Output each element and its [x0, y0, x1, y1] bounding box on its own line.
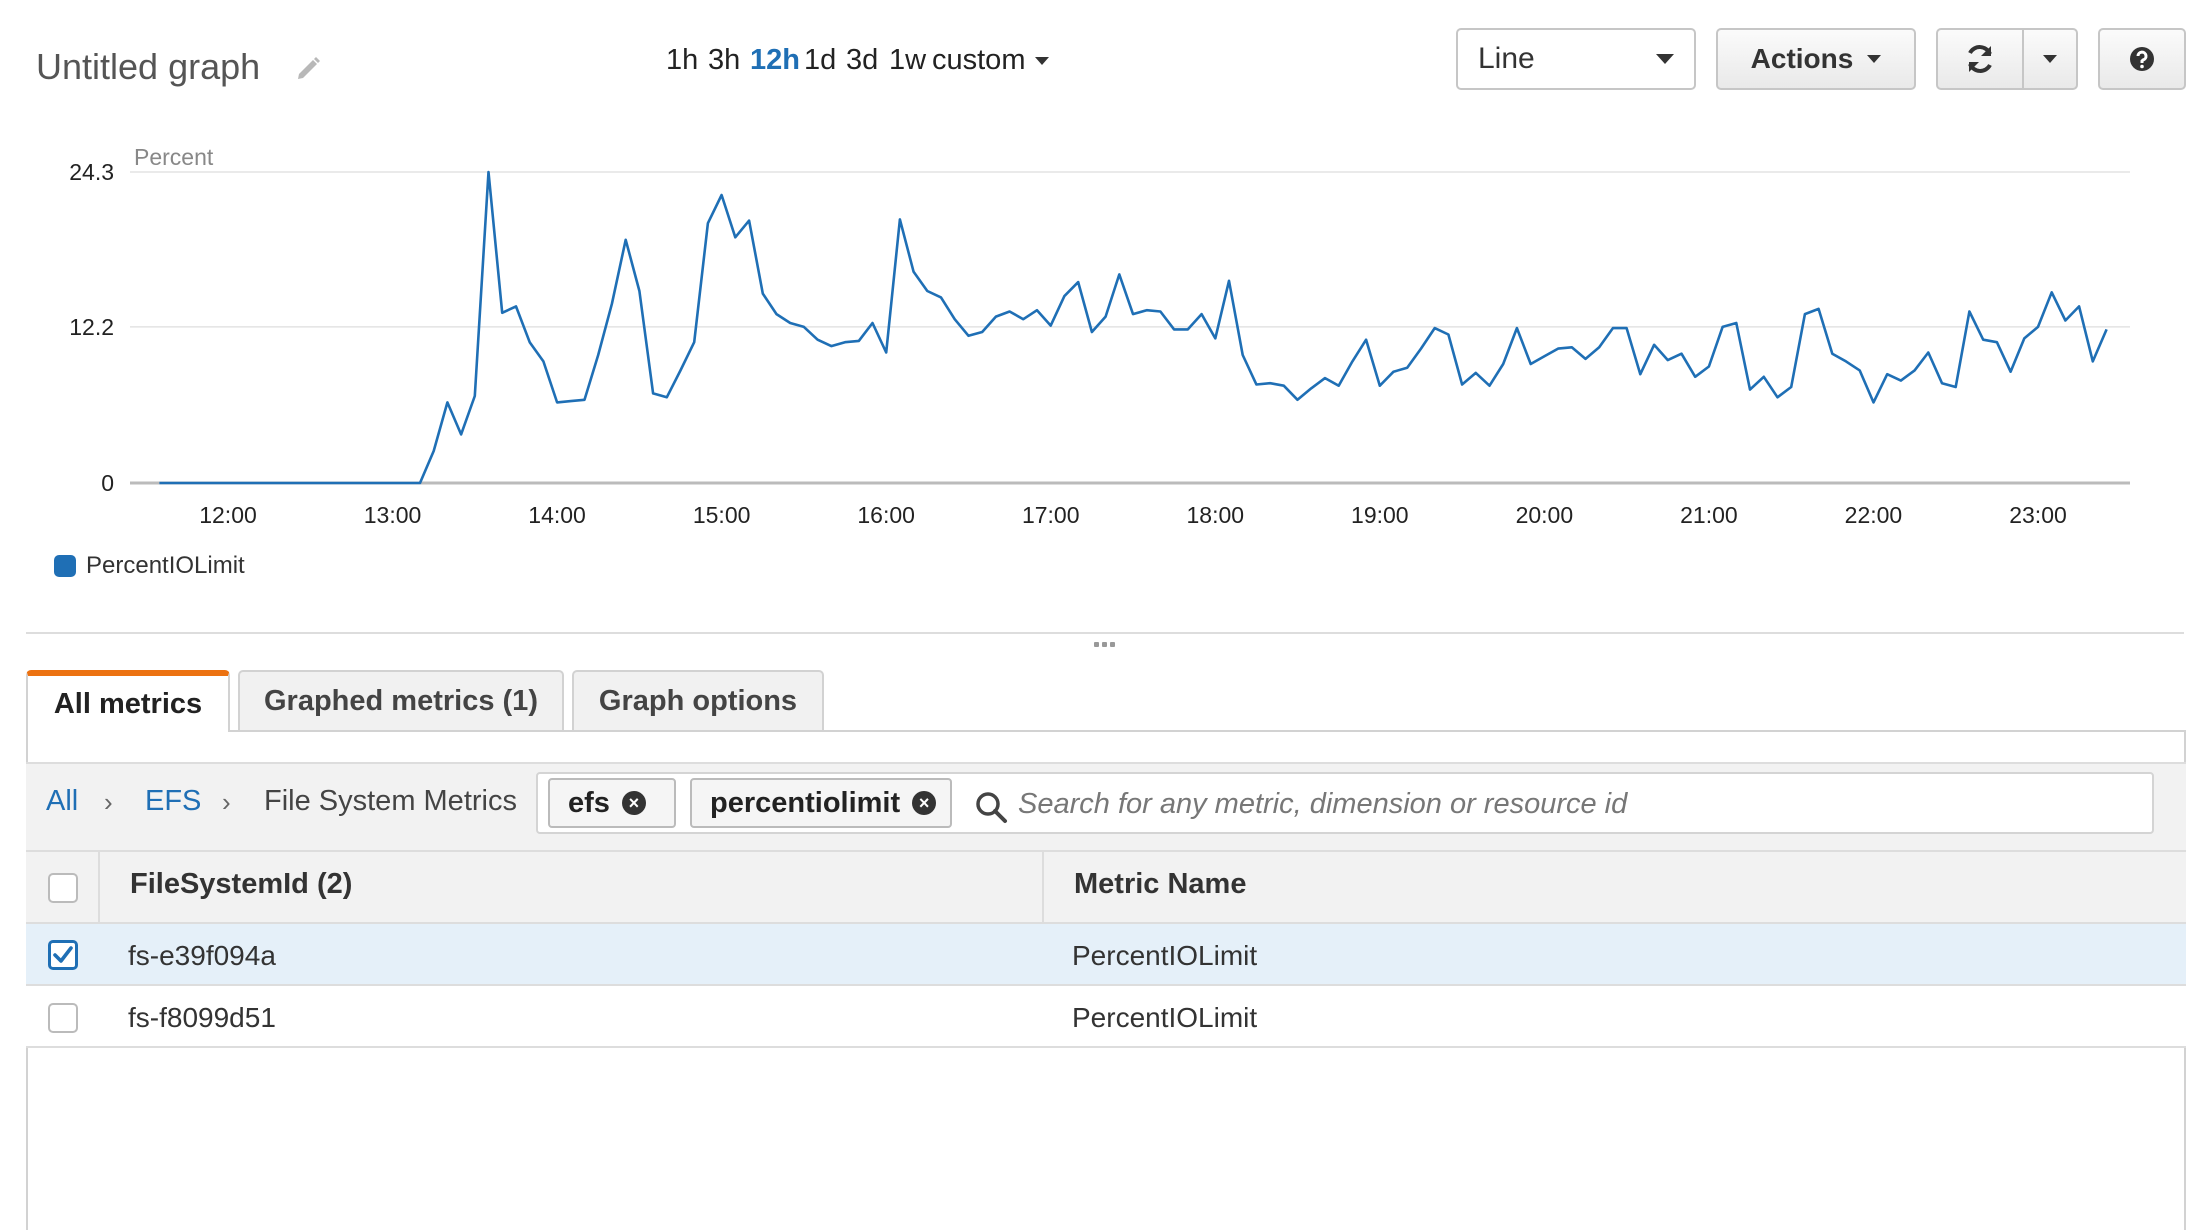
caret-down-icon: [1867, 55, 1882, 63]
y-axis-label: Percent: [134, 144, 214, 170]
breadcrumb-current: File System Metrics: [264, 785, 517, 817]
line-chart: 0 12.2 24.3 12:00 13:00 14:00 15:00 16:00 17:00…: [69, 144, 2130, 528]
range-custom-dropdown[interactable]: custom: [932, 44, 1050, 77]
x-tick-label: 21:00: [1680, 502, 1738, 528]
tab-all-metrics[interactable]: All metrics: [26, 670, 230, 732]
breadcrumb-separator: ›: [104, 787, 113, 817]
y-tick-label: 24.3: [69, 159, 114, 185]
refresh-interval-dropdown[interactable]: [2022, 28, 2078, 90]
select-all-checkbox[interactable]: [48, 873, 78, 903]
y-tick-label: 12.2: [69, 314, 114, 340]
tab-border: [228, 730, 2186, 732]
x-tick-label: 13:00: [364, 502, 422, 528]
column-header-filesystemid[interactable]: FileSystemId (2): [130, 868, 352, 901]
y-tick-label: 0: [101, 470, 114, 496]
range-3h[interactable]: 3h: [708, 44, 740, 77]
help-button[interactable]: [2098, 28, 2186, 90]
caret-down-icon: [1035, 56, 1050, 65]
token-label: percentiolimit: [710, 786, 901, 819]
tab-graph-options[interactable]: Graph options: [572, 670, 824, 730]
search-icon: [976, 792, 1007, 823]
range-1h[interactable]: 1h: [666, 44, 698, 77]
graph-title: Untitled graph: [36, 46, 261, 87]
range-1w[interactable]: 1w: [889, 44, 926, 77]
actions-label: Actions: [1750, 43, 1854, 74]
search-input[interactable]: [1016, 780, 2140, 828]
x-tick-label: 12:00: [199, 502, 257, 528]
range-custom-label: custom: [932, 44, 1026, 76]
legend-swatch: [54, 555, 76, 577]
x-tick-label: 17:00: [1022, 502, 1080, 528]
x-tick-label: 22:00: [1845, 502, 1903, 528]
column-divider: [98, 852, 100, 924]
refresh-button[interactable]: [1936, 28, 2024, 90]
breadcrumb-separator: ›: [222, 787, 231, 817]
resize-handle[interactable]: [1094, 642, 1118, 652]
tab-graphed-metrics[interactable]: Graphed metrics (1): [238, 670, 564, 730]
help-icon: [2130, 47, 2154, 71]
caret-down-icon: [1656, 54, 1674, 64]
token-label: efs: [568, 786, 610, 819]
cell-metric-name: PercentIOLimit: [1072, 940, 1258, 971]
panel-divider: [26, 632, 2184, 634]
search-token-efs[interactable]: efs ×: [548, 778, 676, 828]
row-checkbox[interactable]: [48, 1003, 78, 1033]
x-tick-label: 20:00: [1516, 502, 1574, 528]
remove-token-icon[interactable]: ×: [912, 791, 936, 815]
cell-metric-name: PercentIOLimit: [1072, 1002, 1258, 1033]
x-tick-label: 15:00: [693, 502, 751, 528]
x-tick-label: 19:00: [1351, 502, 1409, 528]
row-checkbox-checked[interactable]: [48, 940, 78, 970]
checkmark-icon: [53, 946, 73, 963]
range-1d[interactable]: 1d: [804, 44, 836, 77]
x-tick-label: 18:00: [1186, 502, 1244, 528]
legend-label: PercentIOLimit: [86, 552, 245, 579]
range-3d[interactable]: 3d: [846, 44, 878, 77]
cell-filesystem-id: fs-e39f094a: [128, 940, 276, 971]
remove-token-icon[interactable]: ×: [621, 791, 646, 815]
search-token-percentiolimit[interactable]: percentiolimit ×: [690, 778, 952, 828]
x-tick-label: 14:00: [528, 502, 586, 528]
range-12h[interactable]: 12h: [750, 44, 800, 77]
breadcrumb-all[interactable]: All: [46, 785, 78, 818]
pencil-icon[interactable]: [294, 52, 324, 82]
column-header-metric-name[interactable]: Metric Name: [1074, 868, 1246, 901]
cell-filesystem-id: fs-f8099d51: [128, 1002, 276, 1033]
breadcrumb-efs[interactable]: EFS: [145, 785, 201, 818]
x-tick-label: 23:00: [2009, 502, 2067, 528]
refresh-icon: [1968, 45, 1992, 73]
column-divider: [1042, 852, 1044, 924]
chart-legend[interactable]: PercentIOLimit: [54, 552, 245, 580]
graph-type-select[interactable]: Line: [1456, 28, 1696, 90]
caret-down-icon: [2043, 55, 2057, 63]
actions-button[interactable]: Actions: [1716, 28, 1916, 90]
x-tick-label: 16:00: [857, 502, 915, 528]
graph-type-value: Line: [1478, 42, 1535, 75]
